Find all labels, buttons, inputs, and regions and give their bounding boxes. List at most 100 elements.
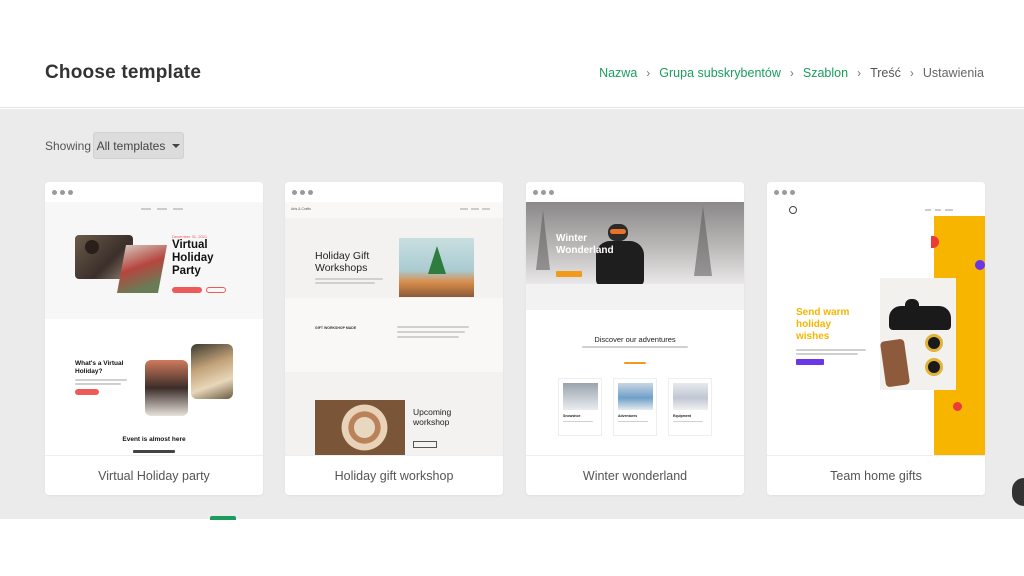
preview-section-button — [75, 389, 99, 395]
decor-purple-dot — [975, 260, 985, 270]
window-dot-icon — [533, 189, 538, 195]
preview-label-caps: GIFT WORKSHOP MADE — [315, 326, 357, 330]
preview-text-line — [75, 379, 127, 381]
preview-item-title: Equipment — [673, 414, 692, 418]
preview-item-title: Adventures — [618, 414, 638, 418]
template-preview: Winter Wonderland Discover our adventure… — [526, 202, 744, 455]
window-dot-icon — [790, 189, 795, 195]
breadcrumb: Nazwa › Grupa subskrybentów › Szablon › … — [599, 66, 984, 80]
teapot-lid — [905, 299, 919, 308]
showing-label: Showing — [45, 139, 92, 153]
preview-footer-title: Event is almost here — [122, 436, 186, 443]
preview-nav — [460, 208, 490, 210]
preview-text-line — [397, 331, 465, 333]
preview-countdown — [133, 450, 175, 453]
chevron-right-icon: › — [909, 66, 914, 80]
preview-nav — [141, 208, 183, 210]
preview-photo-hair — [85, 240, 99, 254]
preview-section-title: What's a Virtual Holiday? — [75, 360, 124, 375]
preview-item-photo — [673, 383, 708, 410]
browser-bar — [285, 182, 503, 202]
preview-item-photo — [618, 383, 653, 410]
preview-item-photo — [563, 383, 598, 410]
preview-secondary-button — [206, 287, 226, 293]
window-dot-icon — [52, 189, 57, 195]
template-filter-value: All templates — [96, 138, 166, 153]
window-dot-icon — [60, 189, 65, 195]
template-card-virtual-holiday-party[interactable]: December 31, 2021 Virtual Holiday Party … — [45, 182, 263, 495]
template-name: Holiday gift workshop — [285, 455, 503, 495]
preview-photo-dog — [191, 344, 233, 399]
template-filter-dropdown[interactable]: All templates — [93, 132, 184, 159]
preview-text-line — [397, 336, 459, 338]
tree-icon — [428, 246, 446, 274]
preview-section-title: Discover our adventures — [594, 335, 676, 344]
window-dot-icon — [292, 189, 297, 195]
window-dot-icon — [541, 189, 546, 195]
tea-cup-icon — [925, 358, 943, 376]
page-header: Choose template Nazwa › Grupa subskryben… — [0, 0, 1024, 108]
template-card-holiday-gift-workshop[interactable]: Arts & Crafts Holiday Gift Workshops GIF… — [285, 182, 503, 495]
window-dot-icon — [549, 189, 554, 195]
decor-red-dot — [953, 402, 962, 411]
teapot-icon — [889, 306, 951, 330]
preview-workshop-button — [413, 441, 437, 448]
preview-text-line — [673, 421, 703, 422]
preview-photo-pottery — [315, 400, 405, 455]
template-card-winter-wonderland[interactable]: Winter Wonderland Discover our adventure… — [526, 182, 744, 495]
preview-text-line — [796, 349, 866, 351]
window-dot-icon — [68, 189, 73, 195]
browser-bar — [767, 182, 985, 202]
preview-headline: Send warm holiday wishes — [796, 307, 850, 342]
page-title: Choose template — [45, 62, 202, 83]
template-name: Winter wonderland — [526, 455, 744, 495]
breadcrumb-step-name[interactable]: Nazwa — [599, 66, 637, 80]
preview-text-line — [582, 346, 688, 348]
chevron-right-icon: › — [646, 66, 651, 80]
preview-cta-button — [172, 287, 202, 293]
chevron-right-icon: › — [789, 66, 794, 80]
preview-brand: Arts & Crafts — [291, 207, 311, 211]
preview-text-line — [75, 383, 121, 385]
preview-cta-button — [796, 359, 824, 365]
preview-cta-button — [556, 271, 582, 277]
template-preview: Arts & Crafts Holiday Gift Workshops GIF… — [285, 202, 503, 455]
template-name: Team home gifts — [767, 455, 985, 495]
window-dot-icon — [300, 189, 305, 195]
preview-text-line — [397, 326, 469, 328]
preview-snow — [526, 284, 744, 310]
browser-bar — [45, 182, 263, 202]
preview-item-card: Adventures — [613, 378, 657, 436]
tea-cup-icon — [925, 334, 943, 352]
preview-text-line — [618, 421, 648, 422]
template-preview: December 31, 2021 Virtual Holiday Party … — [45, 202, 263, 455]
bottom-tab-indicator[interactable] — [210, 516, 236, 520]
preview-upcoming-title: Upcoming workshop — [413, 407, 452, 427]
preview-hero-title: Holiday Gift Workshops — [315, 250, 370, 274]
window-dot-icon — [774, 189, 779, 195]
preview-item-card: Equipment — [668, 378, 712, 436]
breadcrumb-step-settings: Ustawienia — [922, 66, 984, 80]
breadcrumb-step-subscriber-group[interactable]: Grupa subskrybentów — [659, 66, 781, 80]
preview-text-line — [796, 353, 858, 355]
template-card-team-home-gifts[interactable]: Send warm holiday wishes Team home gifts — [767, 182, 985, 495]
brand-logo-icon — [789, 206, 797, 214]
breadcrumb-step-content: Treść — [870, 66, 901, 80]
preview-text-line — [315, 278, 383, 280]
preview-hero-title: Winter Wonderland — [556, 233, 614, 256]
preview-item-title: Snowshoe — [563, 414, 581, 418]
preview-divider — [624, 362, 646, 364]
window-dot-icon — [308, 189, 313, 195]
window-dot-icon — [782, 189, 787, 195]
breadcrumb-step-template[interactable]: Szablon — [803, 66, 848, 80]
preview-text-line — [563, 421, 593, 422]
caret-down-icon — [172, 143, 181, 148]
template-name: Virtual Holiday party — [45, 455, 263, 495]
browser-bar — [526, 182, 744, 202]
template-gallery: Showing All templates December 31, 2021 … — [0, 109, 1024, 519]
preview-photo-child — [145, 360, 188, 416]
template-preview: Send warm holiday wishes — [767, 202, 985, 455]
chevron-right-icon: › — [857, 66, 862, 80]
preview-text-line — [315, 282, 375, 284]
preview-item-card: Snowshoe — [558, 378, 602, 436]
